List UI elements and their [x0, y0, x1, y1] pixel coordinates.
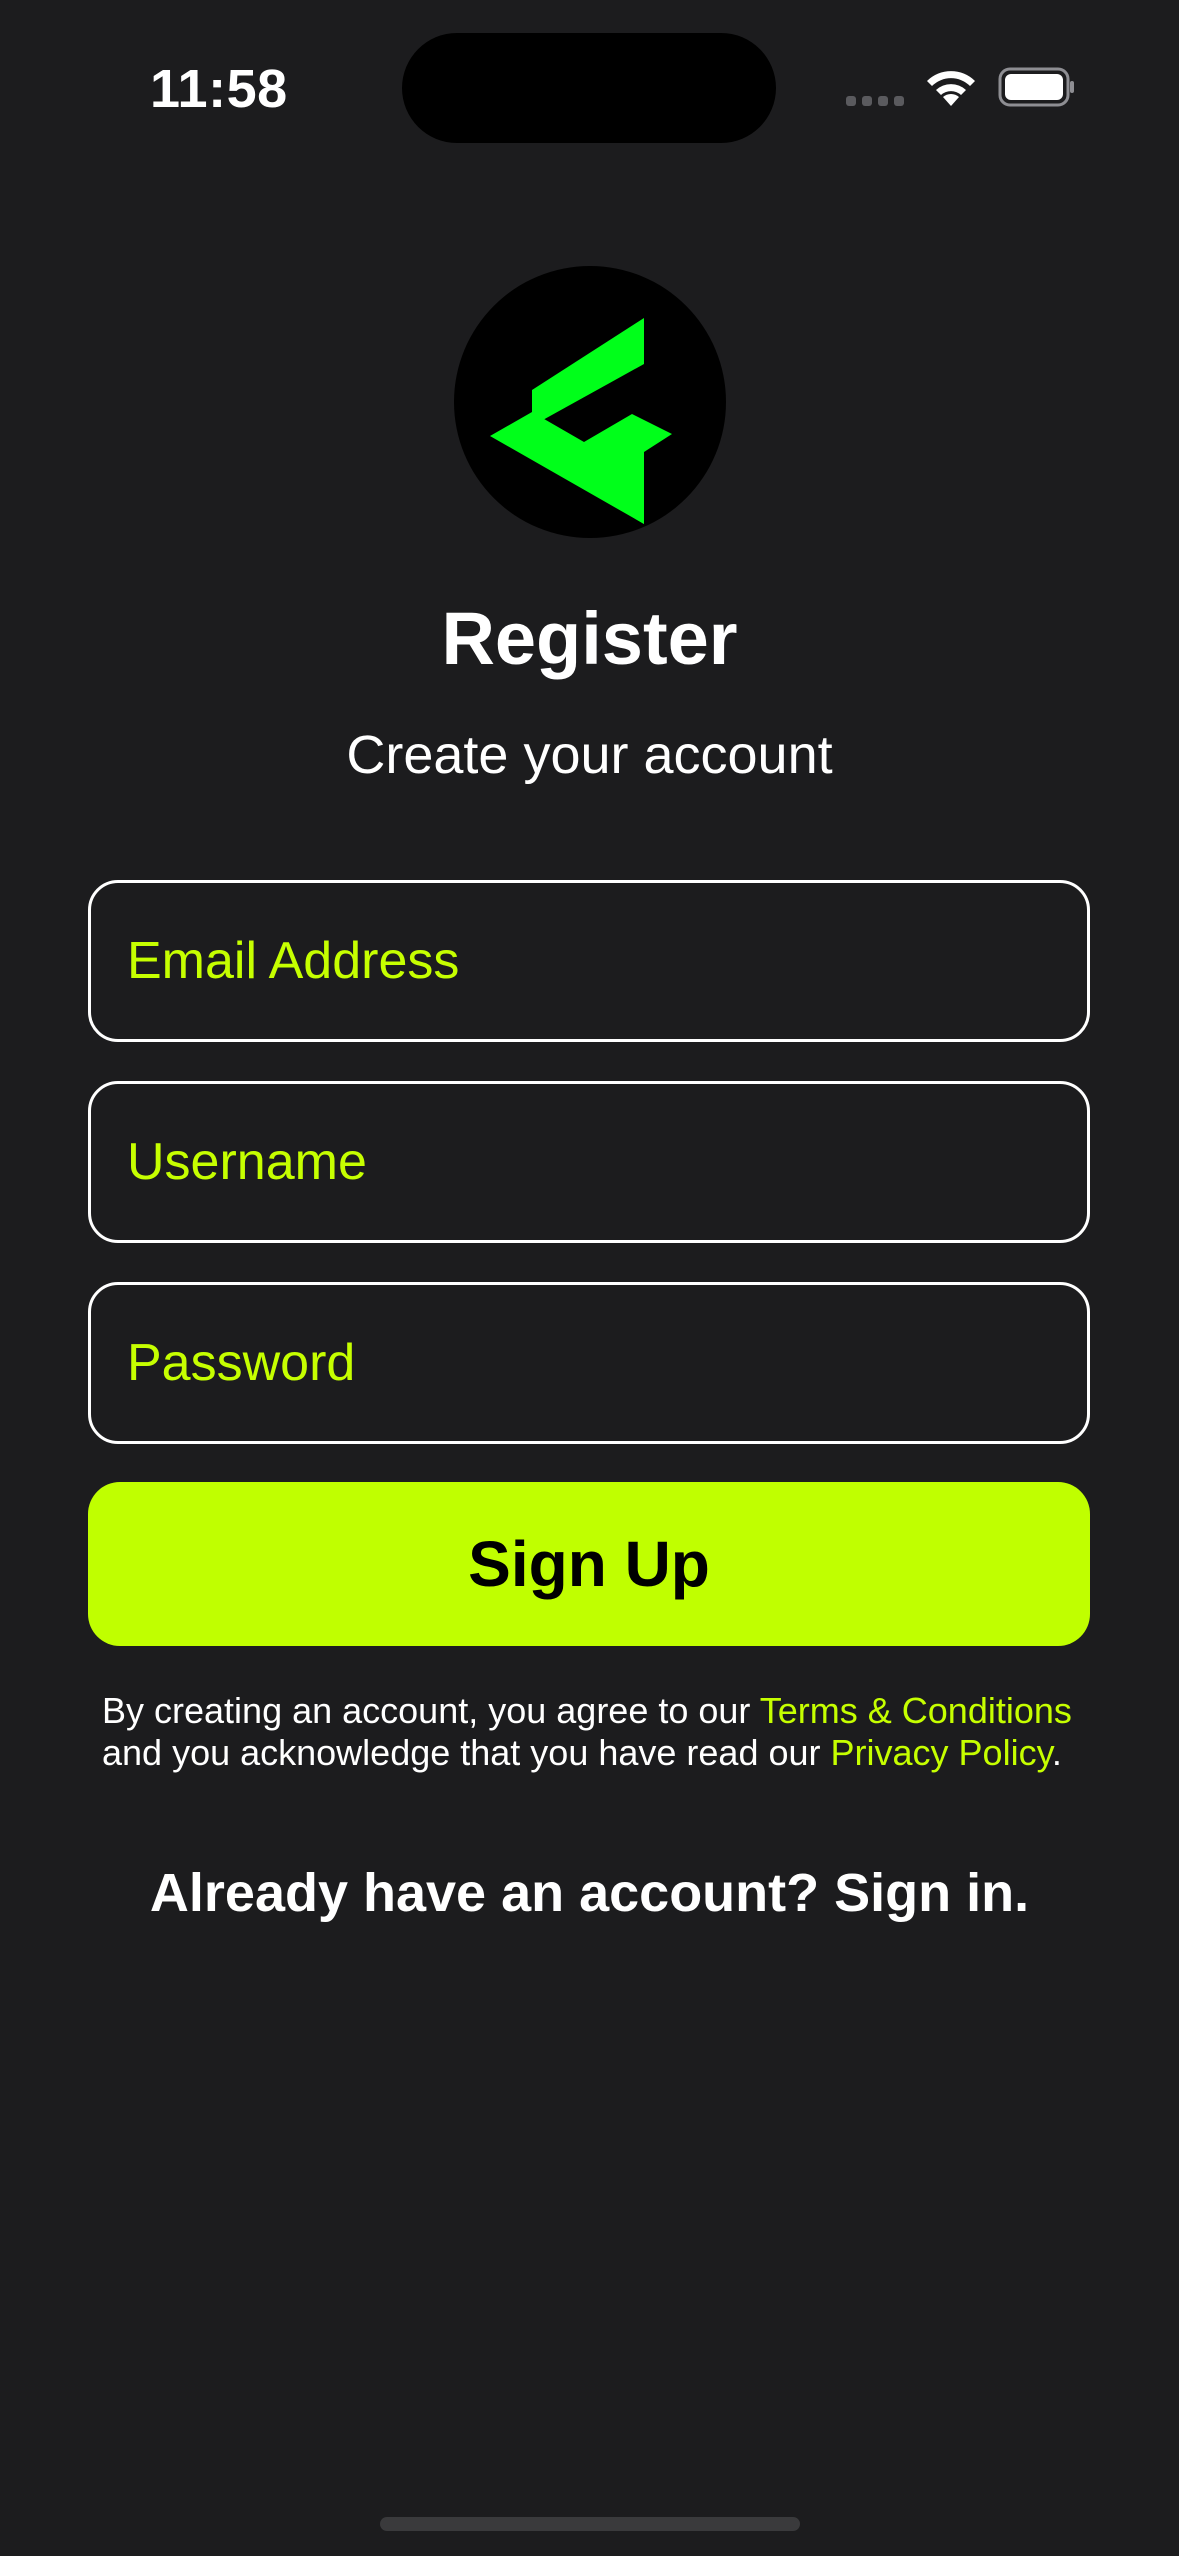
- cellular-signal-icon: [846, 96, 904, 106]
- terms-link[interactable]: Terms & Conditions: [760, 1690, 1072, 1731]
- legal-text-start: By creating an account, you agree to our: [102, 1690, 760, 1731]
- register-screen: 11:58 Register Create your account Email…: [0, 0, 1179, 2556]
- sign-in-link[interactable]: Already have an account? Sign in.: [0, 1862, 1179, 1924]
- email-field[interactable]: [88, 880, 1090, 1042]
- page-subtitle: Create your account: [346, 725, 833, 785]
- username-field[interactable]: [88, 1081, 1090, 1243]
- legal-text-end: .: [1051, 1732, 1062, 1773]
- wifi-icon: [924, 66, 978, 108]
- password-input[interactable]: [127, 1333, 1087, 1393]
- page-title: Register: [441, 597, 738, 680]
- dynamic-island: [402, 33, 776, 143]
- email-input[interactable]: [127, 931, 1087, 991]
- sign-up-button[interactable]: Sign Up: [88, 1482, 1090, 1646]
- privacy-policy-link[interactable]: Privacy Policy: [831, 1732, 1052, 1773]
- home-indicator[interactable]: [380, 2517, 800, 2531]
- battery-icon: [998, 67, 1076, 107]
- brand-logo-icon: [454, 266, 726, 538]
- password-field[interactable]: [88, 1282, 1090, 1444]
- status-time: 11:58: [150, 59, 288, 119]
- username-input[interactable]: [127, 1132, 1087, 1192]
- legal-notice: By creating an account, you agree to our…: [102, 1690, 1102, 1774]
- legal-text-middle: and you acknowledge that you have read o…: [102, 1732, 831, 1773]
